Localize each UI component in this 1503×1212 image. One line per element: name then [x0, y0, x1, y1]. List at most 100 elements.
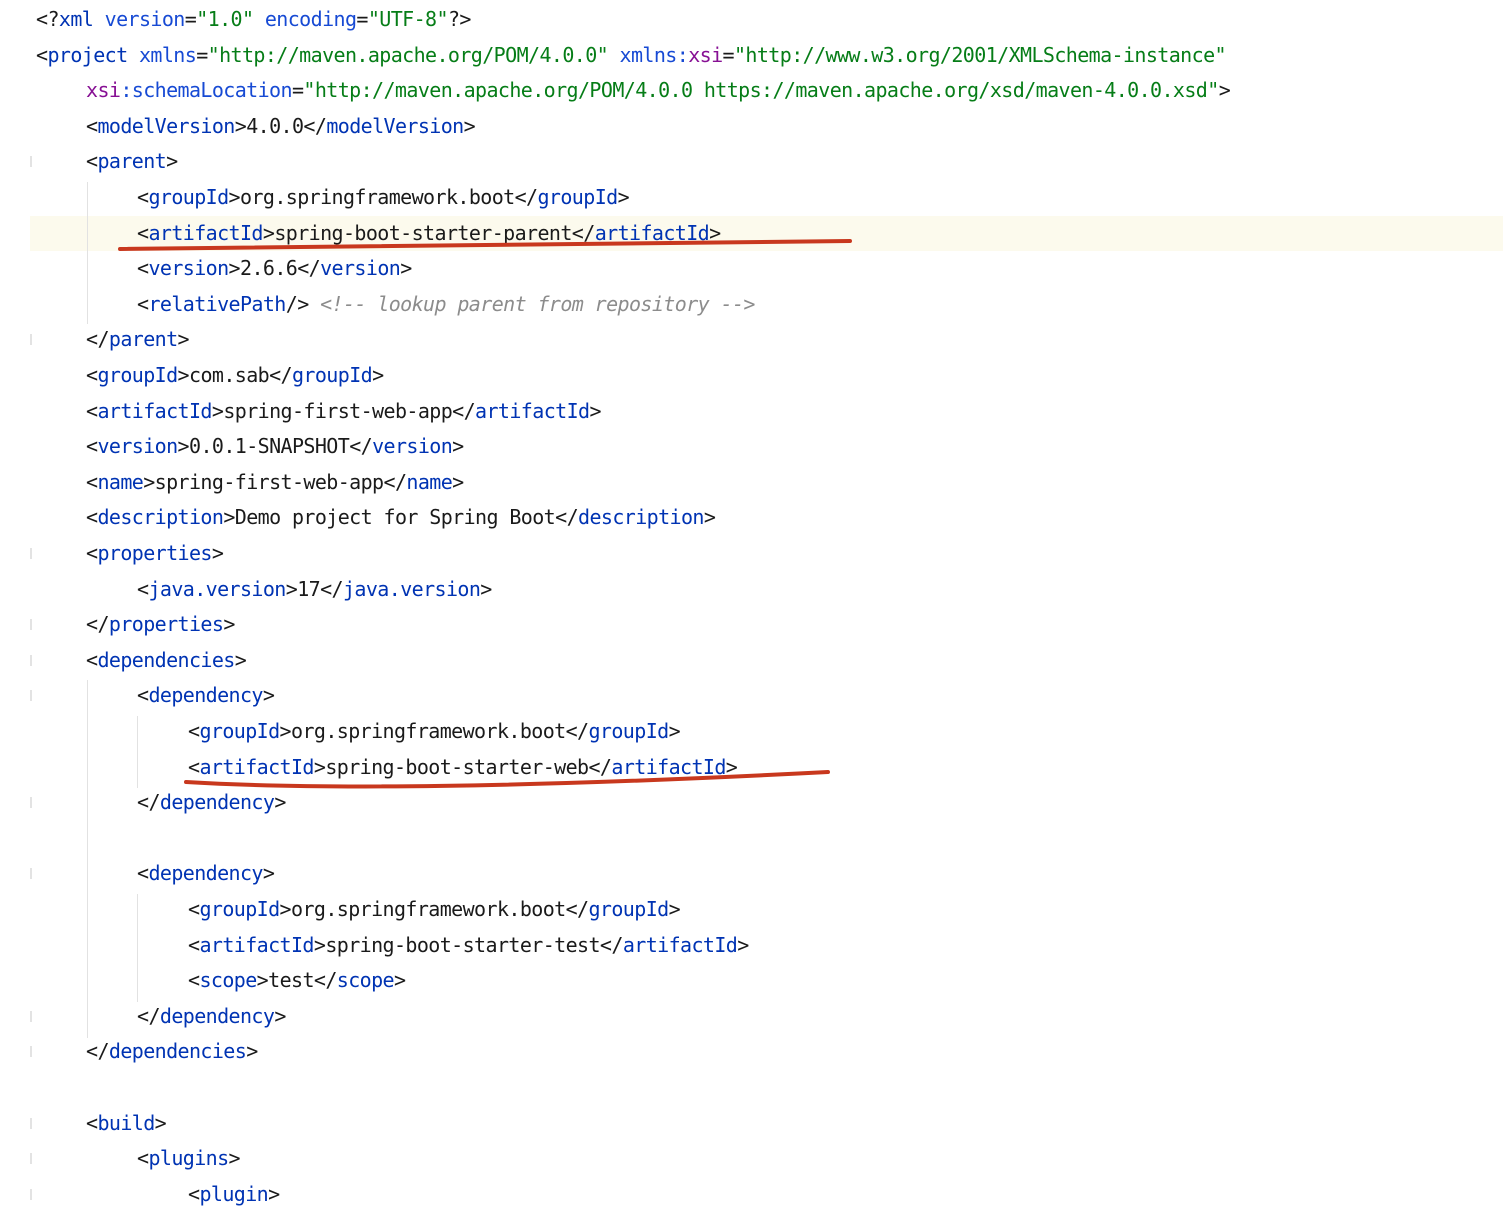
- code-line[interactable]: <dependency>: [0, 856, 1503, 892]
- code-line[interactable]: <version>2.6.6</version>: [0, 251, 1503, 287]
- code-line[interactable]: <groupId>org.springframework.boot</group…: [0, 714, 1503, 750]
- code-line[interactable]: </dependency>: [0, 785, 1503, 821]
- code-text: <scope>test</scope>: [188, 963, 406, 999]
- fold-marker[interactable]: [30, 654, 32, 666]
- fold-marker[interactable]: [30, 1188, 32, 1200]
- code-line[interactable]: <artifactId>spring-boot-starter-web</art…: [0, 750, 1503, 786]
- code-token: =: [722, 42, 735, 67]
- indent-guide-dependency-2: [137, 894, 138, 1002]
- code-line[interactable]: <name>spring-first-web-app</name>: [0, 465, 1503, 501]
- fold-marker[interactable]: [30, 690, 32, 702]
- code-line[interactable]: <plugins>: [0, 1141, 1503, 1177]
- code-token: </: [303, 113, 327, 138]
- code-token: </: [565, 897, 589, 921]
- code-token: version: [104, 7, 186, 31]
- fold-marker[interactable]: [30, 1153, 32, 1165]
- code-text: <groupId>com.sab</groupId>: [86, 358, 384, 394]
- code-line[interactable]: </dependencies>: [0, 1034, 1503, 1070]
- code-token: </: [565, 719, 589, 743]
- code-token: "1.0": [196, 7, 265, 31]
- code-text: <build>: [86, 1106, 167, 1142]
- code-token: </: [555, 505, 579, 530]
- code-line[interactable]: <properties>: [0, 536, 1503, 572]
- code-line[interactable]: xsi:schemaLocation="http://maven.apache.…: [0, 73, 1503, 109]
- code-token: plugin: [199, 1181, 269, 1206]
- code-line[interactable]: <groupId>org.springframework.boot</group…: [0, 892, 1503, 928]
- code-token: "http://maven.apache.org/POM/4.0.0": [207, 42, 620, 67]
- code-line[interactable]: <description>Demo project for Spring Boo…: [0, 500, 1503, 536]
- fold-marker[interactable]: [30, 868, 32, 880]
- code-token: <!-- lookup parent from repository -->: [320, 291, 755, 316]
- fold-marker[interactable]: [30, 1046, 32, 1058]
- code-text: <dependencies>: [86, 643, 247, 679]
- code-token: >: [617, 185, 630, 209]
- code-token: >: [313, 932, 326, 957]
- code-line[interactable]: <artifactId>spring-boot-starter-test</ar…: [0, 928, 1503, 964]
- code-text: <artifactId>spring-boot-starter-test</ar…: [188, 928, 749, 964]
- fold-marker[interactable]: [30, 548, 32, 559]
- code-line[interactable]: <scope>test</scope>: [0, 963, 1503, 999]
- indent-guide-dependency-1: [137, 716, 138, 788]
- code-line[interactable]: [0, 821, 1503, 857]
- fold-marker[interactable]: [30, 1117, 32, 1129]
- code-token: <: [86, 647, 98, 672]
- code-line[interactable]: <groupId>org.springframework.boot</group…: [0, 180, 1503, 216]
- code-token: </: [313, 968, 337, 993]
- fold-marker[interactable]: [30, 156, 32, 168]
- code-line[interactable]: <parent>: [0, 144, 1503, 180]
- code-token: artifactId: [97, 398, 212, 423]
- code-text: <java.version>17</java.version>: [137, 572, 492, 608]
- code-token: <: [188, 932, 200, 957]
- code-token: version: [372, 434, 453, 459]
- code-token: >: [279, 719, 292, 743]
- code-text: <modelVersion>4.0.0</modelVersion>: [86, 109, 476, 145]
- code-editor[interactable]: <?xml version="1.0" encoding="UTF-8"?> <p…: [0, 0, 1503, 1206]
- code-token: =: [184, 7, 197, 31]
- code-token: groupId: [588, 897, 669, 921]
- fold-marker[interactable]: [30, 1010, 32, 1022]
- fold-marker[interactable]: [30, 797, 32, 809]
- code-token: org.springframework.boot: [291, 897, 566, 921]
- code-token: >: [703, 505, 716, 530]
- code-token: 2.6.6: [240, 256, 298, 281]
- code-token: xsi: [688, 42, 723, 67]
- code-token: spring-boot-starter-web: [325, 754, 589, 779]
- code-line[interactable]: [0, 1070, 1503, 1106]
- code-line[interactable]: <dependencies>: [0, 643, 1503, 679]
- code-token: <: [188, 897, 200, 921]
- code-line[interactable]: </parent>: [0, 322, 1503, 358]
- code-line[interactable]: <relativePath/> <!-- lookup parent from …: [0, 287, 1503, 323]
- code-token: java.version: [148, 576, 286, 601]
- code-line[interactable]: <project xmlns="http://maven.apache.org/…: [0, 38, 1503, 74]
- fold-marker[interactable]: [30, 334, 32, 346]
- code-token: >: [668, 897, 681, 921]
- code-token: xmlns: [138, 42, 197, 67]
- code-token: >: [372, 363, 384, 387]
- code-token: spring-boot-starter-test: [325, 932, 600, 957]
- code-line[interactable]: <?xml version="1.0" encoding="UTF-8"?>: [0, 2, 1503, 38]
- code-token: xsi: [86, 78, 121, 103]
- code-line[interactable]: <version>0.0.1-SNAPSHOT</version>: [0, 429, 1503, 465]
- code-line[interactable]: <build>: [0, 1106, 1503, 1142]
- code-token: "http://www.w3.org/2001/XMLSchema-instan…: [733, 42, 1227, 67]
- code-line[interactable]: <artifactId>spring-first-web-app</artifa…: [0, 394, 1503, 430]
- code-token: >: [274, 790, 286, 815]
- code-token: >: [262, 683, 275, 708]
- code-token: >: [211, 541, 224, 565]
- code-line[interactable]: <plugin>: [0, 1177, 1503, 1212]
- fold-marker[interactable]: [30, 619, 32, 631]
- code-token: <: [86, 113, 98, 138]
- code-text: <?xml version="1.0" encoding="UTF-8"?>: [36, 2, 471, 38]
- code-line[interactable]: <artifactId>spring-boot-starter-parent</…: [30, 215, 1503, 252]
- code-text: <plugins>: [137, 1141, 241, 1177]
- code-text: <name>spring-first-web-app</name>: [86, 465, 464, 501]
- code-line[interactable]: <java.version>17</java.version>: [0, 572, 1503, 608]
- code-line[interactable]: </dependency>: [0, 999, 1503, 1035]
- code-line[interactable]: <groupId>com.sab</groupId>: [0, 358, 1503, 394]
- code-token: 0.0.1-SNAPSHOT: [189, 434, 350, 459]
- code-line[interactable]: <dependency>: [0, 678, 1503, 714]
- code-line[interactable]: </properties>: [0, 607, 1503, 643]
- code-line[interactable]: <modelVersion>4.0.0</modelVersion>: [0, 109, 1503, 145]
- code-token: dependency: [159, 1003, 275, 1028]
- code-token: >: [452, 434, 464, 459]
